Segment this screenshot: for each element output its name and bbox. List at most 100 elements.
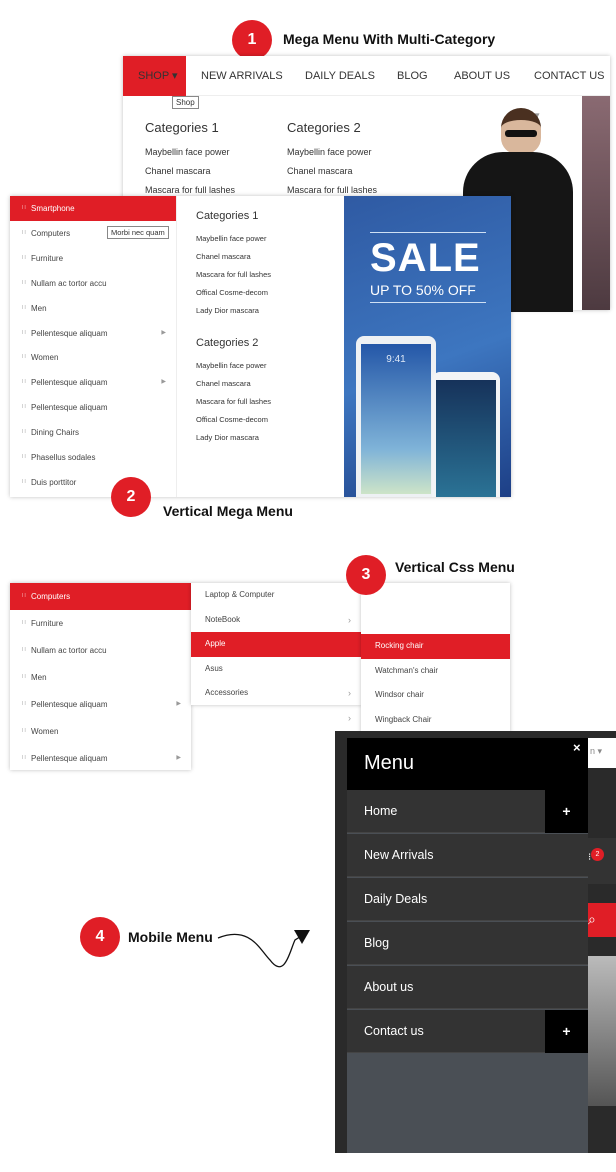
css-menu-level-2: Laptop & Computer›NoteBook›Apple›Asus›Ac… xyxy=(191,583,361,723)
css-subsubmenu-item[interactable]: Windsor chair xyxy=(361,683,510,708)
vertical-menu-item[interactable]: Men▶ xyxy=(10,296,176,336)
vertical-category-list: Smartphone▶Computers Furniture Nullam ac t… xyxy=(10,196,177,497)
css-subsubmenu-item[interactable]: Wingback Chair xyxy=(361,708,510,733)
vertical-menu-item[interactable]: Women▶ xyxy=(10,345,176,385)
item-label: Asus xyxy=(205,663,223,673)
item-label: Rocking chair xyxy=(375,641,424,650)
vertical-menu-item[interactable]: Dining Chairs xyxy=(10,420,176,445)
step-badge-3: 3 xyxy=(346,555,386,595)
item-label: Pellentesque aliquam xyxy=(31,700,108,709)
item-label: Contact us xyxy=(364,1024,424,1038)
nav-contact-us[interactable]: CONTACT US ▾ xyxy=(534,56,610,122)
css-menu-item[interactable]: Women▶ xyxy=(10,718,191,761)
item-label: Phasellus sodales xyxy=(31,453,96,462)
vertical-menu-item[interactable]: Duis porttitor xyxy=(10,470,176,495)
category-link[interactable]: Mascara for full lashes xyxy=(196,397,271,406)
mobile-menu-item[interactable]: Blog xyxy=(347,922,588,965)
vertical-menu-item[interactable]: Phasellus sodales xyxy=(10,445,176,470)
category-title: Categories 1 xyxy=(145,120,219,135)
item-label: Nullam ac tortor accu xyxy=(31,646,107,655)
nav-daily-deals[interactable]: DAILY DEALS xyxy=(305,56,375,96)
mobile-screen: n ▾ ⁝ 2 ⌕ Menu × Home + New Arrivals Daily D… xyxy=(335,731,616,1153)
css-subsubmenu-item[interactable]: Watchman's chair xyxy=(361,659,510,684)
css-submenu-item[interactable]: NoteBook› xyxy=(191,608,361,650)
category-link[interactable]: Chanel mascara xyxy=(145,166,211,176)
section-title-1: Mega Menu With Multi-Category xyxy=(283,31,496,47)
item-label: Wingback Chair xyxy=(375,714,432,724)
item-label: Blog xyxy=(364,936,390,950)
css-menu-item[interactable]: Pellentesque aliquam xyxy=(10,691,191,718)
category-link[interactable]: Maybellin face power xyxy=(196,361,266,370)
category-link[interactable]: Maybellin face power xyxy=(287,147,372,157)
category-link[interactable]: Mascara for full lashes xyxy=(196,270,271,279)
section-title-2: Vertical Mega Menu xyxy=(163,503,293,519)
mobile-menu-item[interactable]: Contact us + xyxy=(347,1010,588,1053)
item-label: Pellentesque aliquam xyxy=(31,754,108,763)
category-link[interactable]: Mascara for full lashes xyxy=(145,185,235,195)
item-label: Dining Chairs xyxy=(31,428,80,438)
item-label: Home xyxy=(364,804,398,818)
vertical-menu-item[interactable]: Pellentesque aliquam xyxy=(10,395,176,420)
item-label: Apple xyxy=(205,639,226,648)
css-subsubmenu-item[interactable]: Rocking chair xyxy=(361,634,510,659)
nav-label: CONTACT US xyxy=(534,70,605,82)
category-link[interactable]: Chanel mascara xyxy=(196,252,251,261)
category-link[interactable]: Offical Cosme-decom xyxy=(196,288,268,297)
vertical-menu-item[interactable]: Furniture xyxy=(10,246,176,271)
step-badge-2: 2 xyxy=(111,477,151,517)
category-link[interactable]: Offical Cosme-decom xyxy=(196,415,268,424)
banner-subtitle: UP TO 50% OFF xyxy=(370,282,476,298)
nav-new-arrivals[interactable]: NEW ARRIVALS xyxy=(201,56,283,96)
category-link[interactable]: Lady Dior mascara xyxy=(196,433,259,442)
item-label: Accessories xyxy=(205,688,249,697)
css-menu-item[interactable]: Nullam ac tortor accu xyxy=(10,637,191,664)
category-link[interactable]: Chanel mascara xyxy=(196,379,251,388)
mobile-menu-item[interactable]: New Arrivals xyxy=(347,834,588,877)
mobile-menu-item[interactable]: Home + xyxy=(347,790,588,833)
css-submenu-item[interactable]: Accessories › xyxy=(191,681,361,723)
category-link[interactable]: Maybellin face power xyxy=(145,147,230,157)
css-menu-item[interactable]: Men▶ xyxy=(10,664,191,707)
vertical-menu-item[interactable]: Pellentesque aliquam xyxy=(10,321,176,346)
category-link[interactable]: Mascara for full lashes xyxy=(287,185,377,195)
item-label: Pellentesque aliquam xyxy=(31,328,108,338)
css-submenu-item[interactable]: Laptop & Computer › xyxy=(191,583,361,625)
item-label: Pellentesque aliquam xyxy=(31,378,108,388)
close-icon[interactable]: × xyxy=(573,740,581,755)
category-link[interactable]: Chanel mascara xyxy=(287,166,353,176)
vertical-menu-item[interactable]: Nullam ac tortor accu xyxy=(10,271,176,296)
css-menu-item[interactable]: Computers▶ xyxy=(10,583,191,626)
category-link[interactable]: Lady Dior mascara xyxy=(196,306,259,315)
nav-label: SHOP xyxy=(138,70,169,82)
css-submenu-item[interactable]: Asus › xyxy=(191,657,361,699)
expand-plus-icon[interactable]: + xyxy=(545,790,588,833)
search-icon[interactable]: ⌕ xyxy=(588,903,616,937)
sale-banner[interactable]: SALE UP TO 50% OFF 9:41 xyxy=(344,196,511,497)
css-menu-item[interactable]: Furniture xyxy=(10,610,191,637)
expand-plus-icon[interactable]: + xyxy=(545,1010,588,1053)
main-nav: SHOP ▾ NEW ARRIVALS DAILY DEALS BLOG ABO… xyxy=(123,56,610,122)
vertical-menu-item[interactable]: Pellentesque aliquam xyxy=(10,370,176,395)
item-label: Furniture xyxy=(31,619,64,628)
category-title: Categories 2 xyxy=(287,120,361,135)
item-label: Men xyxy=(31,673,47,682)
css-menu-item[interactable]: Pellentesque aliquam xyxy=(10,745,191,772)
category-link[interactable]: Maybellin face power xyxy=(196,234,266,243)
vertical-menu-item[interactable]: Smartphone▶ xyxy=(10,196,176,236)
tablet-image xyxy=(432,372,500,497)
item-label: Smartphone xyxy=(31,204,75,213)
item-label: New Arrivals xyxy=(364,848,434,862)
step-badge-1: 1 xyxy=(232,20,272,60)
mobile-menu-item[interactable]: About us xyxy=(347,966,588,1009)
item-label: Furniture xyxy=(31,253,64,263)
cart-icon[interactable]: ⁝ 2 xyxy=(588,838,616,884)
nav-blog[interactable]: BLOG xyxy=(397,56,428,96)
nav-about-us[interactable]: ABOUT US xyxy=(454,56,510,96)
css-submenu-item[interactable]: Apple › xyxy=(191,632,361,674)
item-label: Nullam ac tortor accu xyxy=(31,278,107,288)
mobile-menu-title: Menu xyxy=(364,752,415,774)
item-label: Computers xyxy=(31,592,71,601)
mobile-menu-item[interactable]: Daily Deals xyxy=(347,878,588,921)
item-label: Computers xyxy=(31,228,71,238)
nav-shop[interactable]: SHOP ▾ xyxy=(123,56,186,96)
